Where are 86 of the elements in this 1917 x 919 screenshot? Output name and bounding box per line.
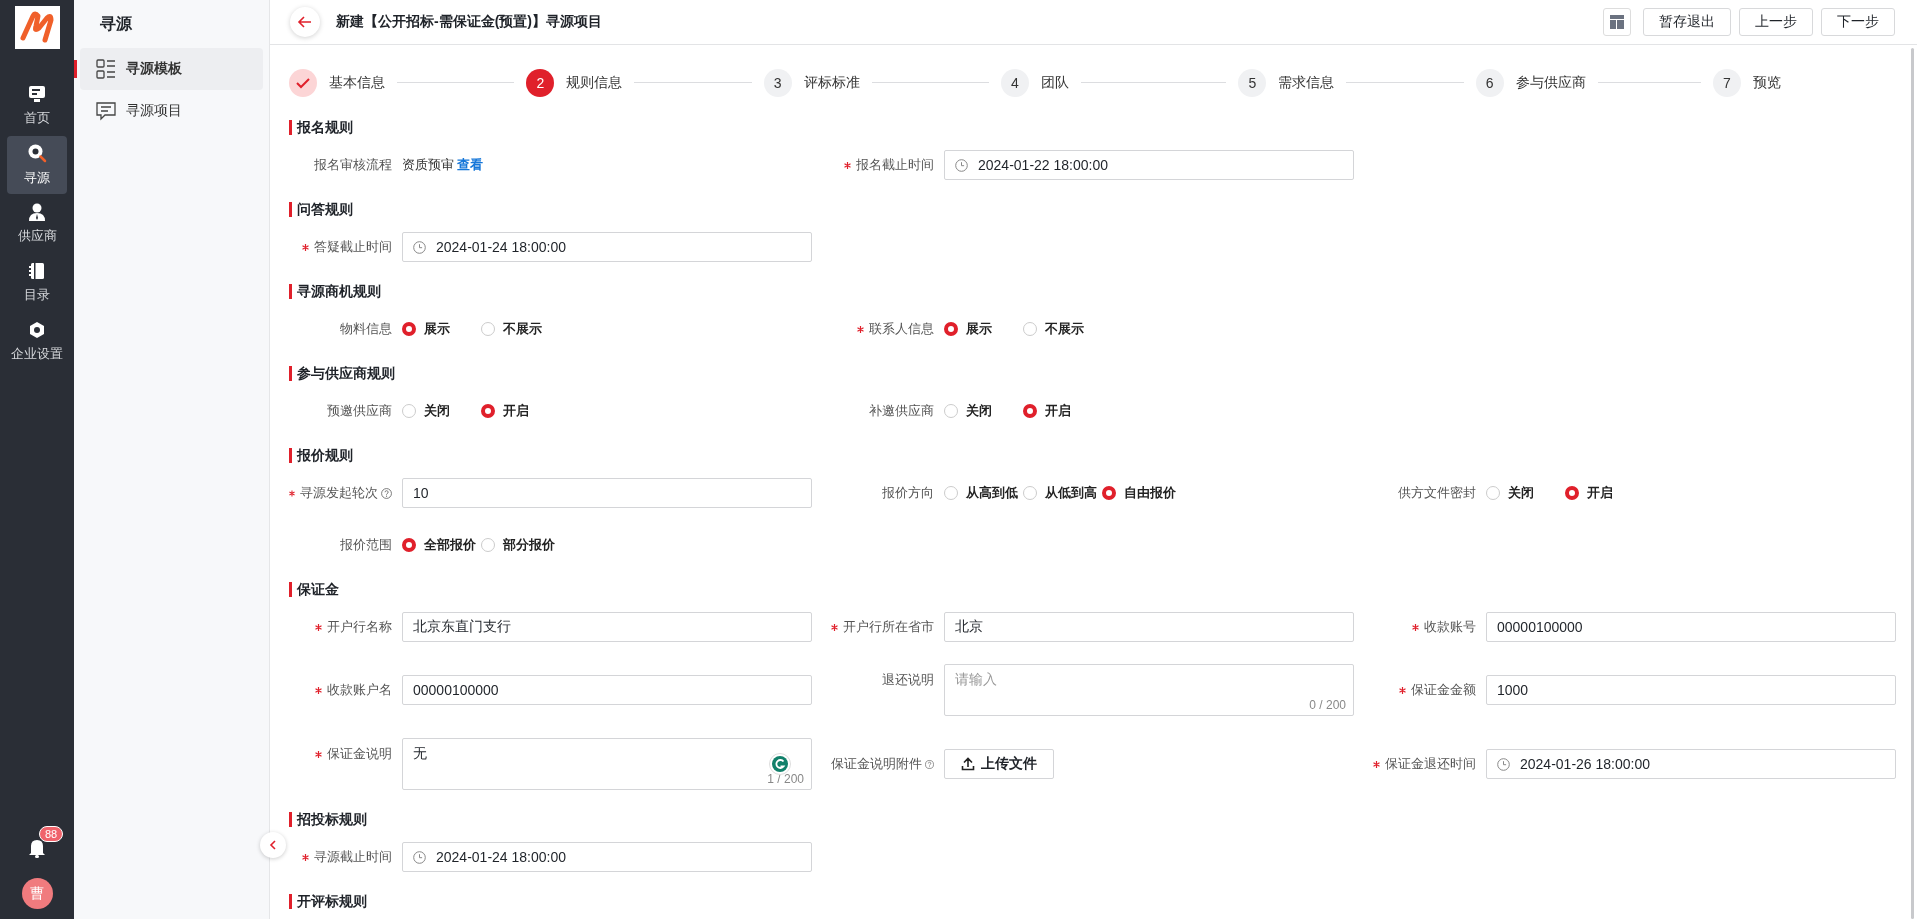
section-heading: 寻源商机规则 <box>289 284 1893 299</box>
input-field[interactable]: 00000100000 <box>402 675 812 705</box>
nav-item[interactable]: 寻源 <box>7 136 67 194</box>
field-label: 寻源截止时间 <box>314 848 392 866</box>
upload-button[interactable]: 上传文件 <box>944 749 1054 779</box>
notification-badge: 88 <box>39 826 64 842</box>
character-counter: 0 / 200 <box>1309 698 1346 712</box>
radio-option[interactable]: 不展示 <box>481 320 560 338</box>
field-label: 收款账号 <box>1424 618 1476 636</box>
header-button[interactable]: 下一步 <box>1821 8 1895 36</box>
input-field[interactable]: 北京 <box>944 612 1354 642</box>
radio-option[interactable]: 开启 <box>1023 402 1102 420</box>
step-label[interactable]: 规则信息 <box>566 73 623 92</box>
nav-item[interactable]: 首页 <box>7 77 67 135</box>
nav-item[interactable]: 企业设置 <box>7 313 67 371</box>
section-heading: 招投标规则 <box>289 812 1893 827</box>
radio-option[interactable]: 不展示 <box>1023 320 1102 338</box>
section-heading: 参与供应商规则 <box>289 366 1893 381</box>
step-indicator: 6 <box>1475 68 1504 97</box>
step-indicator: 5 <box>1238 68 1267 97</box>
field-label: 物料信息 <box>340 320 392 338</box>
input-field[interactable]: 00000100000 <box>1486 612 1896 642</box>
radio-option[interactable]: 从高到低 <box>944 484 1023 502</box>
radio-option[interactable]: 开启 <box>1565 484 1644 502</box>
radio-option[interactable]: 关闭 <box>944 402 1023 420</box>
field-label: 预邀供应商 <box>327 402 392 420</box>
radio-option[interactable]: 展示 <box>944 320 1023 338</box>
radio-option[interactable]: 展示 <box>402 320 481 338</box>
field-label: 联系人信息 <box>869 320 934 338</box>
page-title: 新建【公开招标-需保证金(预置)】寻源项目 <box>336 13 602 31</box>
field-label: 报价方向 <box>882 484 934 502</box>
sidebar-title: 寻源 <box>99 14 133 34</box>
step-label[interactable]: 团队 <box>1041 73 1069 92</box>
section-heading: 开评标规则 <box>289 894 1893 909</box>
radio-option[interactable]: 关闭 <box>1486 484 1565 502</box>
field-label: 补邀供应商 <box>869 402 934 420</box>
field-label: 保证金说明 <box>327 746 392 763</box>
field-label: 寻源发起轮次 <box>299 484 378 502</box>
radio-option[interactable]: 部分报价 <box>481 536 560 554</box>
nav-item[interactable]: 供应商 <box>7 195 67 253</box>
field-label: 报价范围 <box>340 536 392 554</box>
field-label: 保证金退还时间 <box>1385 755 1476 773</box>
step-label[interactable]: 评标标准 <box>803 73 860 92</box>
field-label: 退还说明 <box>882 672 934 689</box>
field-value: 资质预审 <box>402 157 454 172</box>
field-label: 保证金金额 <box>1411 681 1476 699</box>
step-label[interactable]: 基本信息 <box>329 73 385 92</box>
step-indicator: 7 <box>1712 68 1741 97</box>
radio-option[interactable]: 开启 <box>481 402 560 420</box>
text-area[interactable]: 请输入 0 / 200 <box>944 664 1354 716</box>
section-heading: 报名规则 <box>289 120 1893 135</box>
section-heading: 问答规则 <box>289 202 1893 217</box>
field-label: 开户行名称 <box>327 618 392 636</box>
step-indicator: 4 <box>1001 68 1029 97</box>
step-label[interactable]: 参与供应商 <box>1515 73 1586 92</box>
step-label[interactable]: 需求信息 <box>1278 73 1335 92</box>
field-label: 供方文件密封 <box>1398 484 1476 502</box>
field-label: 报名审核流程 <box>314 156 392 174</box>
input-field[interactable]: 1000 <box>1486 675 1896 705</box>
radio-option[interactable]: 从低到高 <box>1023 484 1102 502</box>
field-label: 保证金说明附件 <box>831 755 922 773</box>
character-counter: 1 / 200 <box>767 772 804 786</box>
date-field[interactable]: 2024-01-26 18:00:00 <box>1486 749 1896 779</box>
radio-option[interactable]: 关闭 <box>402 402 481 420</box>
input-field[interactable]: 北京东直门支行 <box>402 612 812 642</box>
field-label: 收款账户名 <box>327 681 392 699</box>
date-field[interactable]: 2024-01-24 18:00:00 <box>402 232 812 262</box>
date-field[interactable]: 2024-01-22 18:00:00 <box>944 150 1354 180</box>
step-indicator: 3 <box>763 68 792 97</box>
radio-option[interactable]: 自由报价 <box>1102 484 1181 502</box>
radio-option[interactable]: 全部报价 <box>402 536 481 554</box>
date-field[interactable]: 2024-01-24 18:00:00 <box>402 842 812 872</box>
step-indicator: 2 <box>526 68 555 97</box>
field-label: 报名截止时间 <box>856 156 934 174</box>
input-field[interactable]: 10 <box>402 478 812 508</box>
field-label: 答疑截止时间 <box>314 238 392 256</box>
header-button[interactable]: 上一步 <box>1739 8 1813 36</box>
section-heading: 报价规则 <box>289 448 1893 463</box>
nav-item[interactable]: 目录 <box>7 254 67 312</box>
field-label: 开户行所在省市 <box>843 618 934 636</box>
step-label[interactable]: 预览 <box>1752 73 1781 92</box>
sidebar-item[interactable]: 寻源项目 <box>80 90 263 132</box>
header-button[interactable]: 暂存退出 <box>1643 8 1731 36</box>
view-link[interactable]: 查看 <box>457 157 484 172</box>
section-heading: 保证金 <box>289 582 1893 597</box>
text-area[interactable]: 无 1 / 200 <box>402 738 812 790</box>
